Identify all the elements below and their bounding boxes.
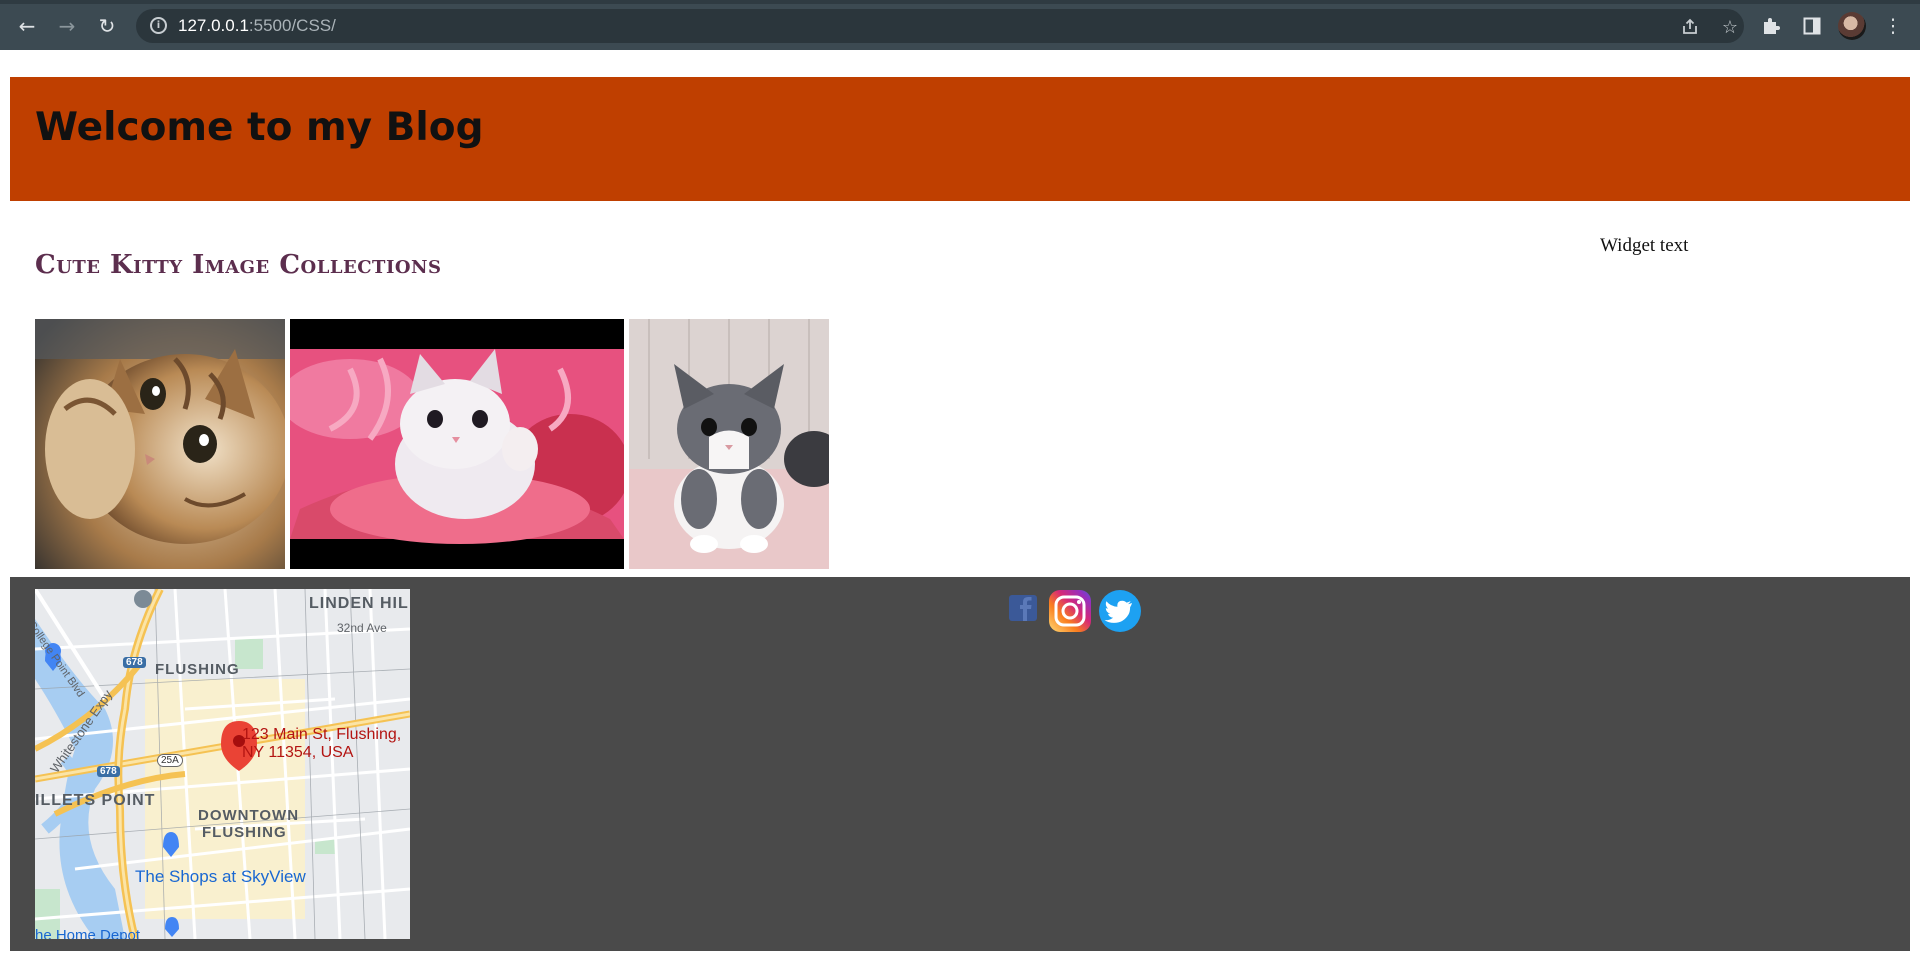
back-icon[interactable]: ← [13,12,41,40]
browser-toolbar: ← → ↻ i 127.0.0.1:5500/CSS/ ☆ ⋮ [0,0,1920,50]
info-icon[interactable]: i [150,17,167,34]
twitter-icon[interactable] [1098,589,1142,638]
url-host: 127.0.0.1 [178,16,249,35]
map-place-shops-skyview: The Shops at SkyView [135,867,306,886]
side-panel-icon[interactable] [1799,13,1825,39]
instagram-icon[interactable] [1048,589,1092,638]
share-icon[interactable] [1680,17,1700,37]
menu-icon[interactable]: ⋮ [1880,13,1906,39]
extensions-icon[interactable] [1758,13,1784,39]
address-bar[interactable]: i 127.0.0.1:5500/CSS/ ☆ [136,9,1744,43]
star-icon[interactable]: ☆ [1720,17,1740,38]
widget-text: Widget text [1600,235,1689,256]
page-body: Welcome to my Blog Cute Kitty Image Coll… [0,50,1920,969]
map-area-linden-hill: LINDEN HIL [309,595,409,612]
section-title: Cute Kitty Image Collections [35,250,442,280]
url-text[interactable]: 127.0.0.1:5500/CSS/ [178,16,336,36]
map-area-willets-point: ILLETS POINT [35,792,156,809]
map-shield-678-bottom: 678 [97,766,120,777]
blog-footer: LINDEN HIL 32nd Ave College Point Blvd F… [10,577,1910,951]
map-area-downtown-flushing: FLUSHING [202,824,287,841]
kitty-image-1 [35,319,285,569]
url-path: :5500/CSS/ [248,16,336,35]
map-shield-678-top: 678 [123,657,146,668]
blog-header: Welcome to my Blog [10,77,1910,201]
page-title: Welcome to my Blog [35,105,484,150]
map-street-32nd-ave: 32nd Ave [337,621,387,635]
forward-icon[interactable]: → [53,12,81,40]
map-area-downtown: DOWNTOWN [198,807,300,824]
tab-strip-edge [0,0,1920,4]
profile-avatar[interactable] [1838,12,1866,40]
map-area-flushing: FLUSHING [155,661,240,678]
reload-icon[interactable]: ↻ [93,12,121,40]
map-address-label: 123 Main St, Flushing, NY 11354, USA [242,726,402,761]
location-map[interactable]: LINDEN HIL 32nd Ave College Point Blvd F… [35,589,410,939]
map-shield-25a: 25A [157,754,183,767]
kitty-image-2 [290,319,624,569]
facebook-icon[interactable] [1007,591,1039,628]
kitty-image-3 [629,319,829,569]
map-place-home-depot: he Home Depot [35,927,141,939]
